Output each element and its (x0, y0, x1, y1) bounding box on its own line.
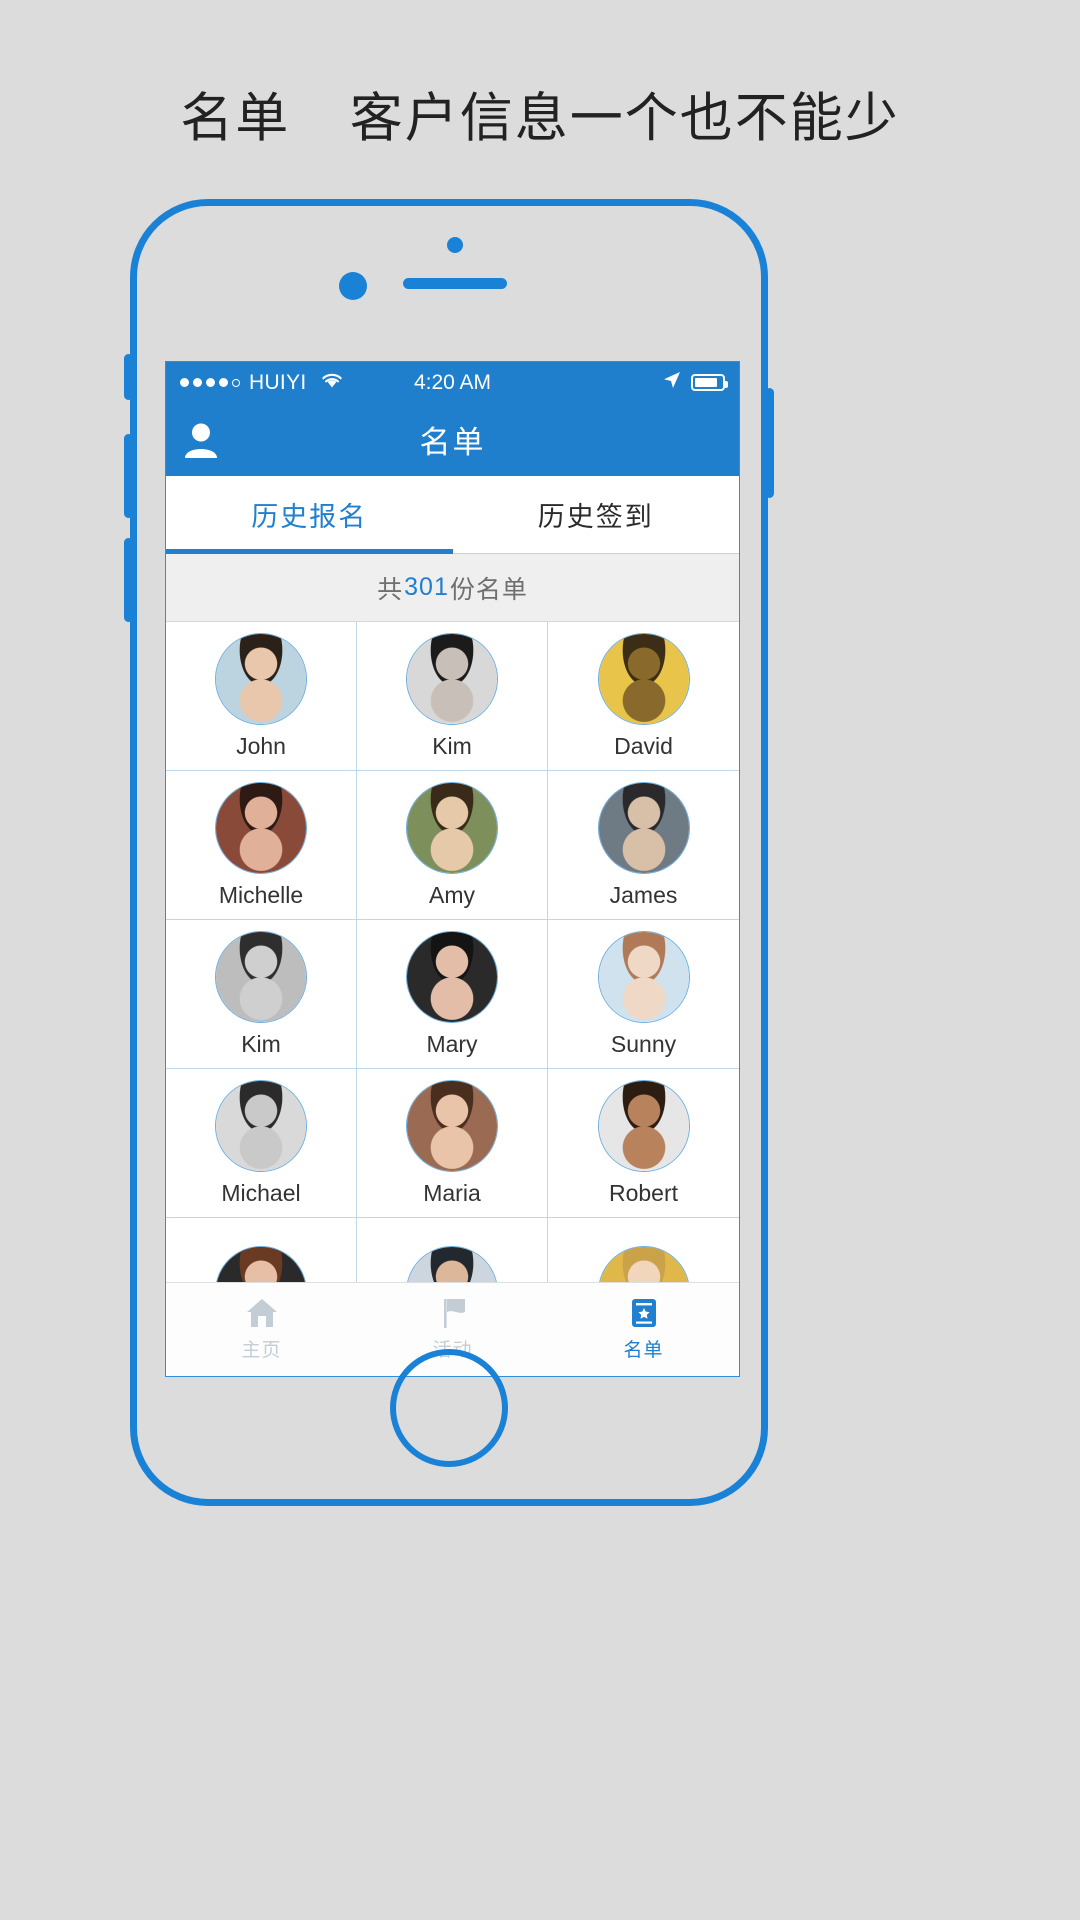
carrier-label: HUIYI (249, 370, 307, 394)
phone-mockup: HUIYI 4:20 AM 名单 历史报名 历史签到 共 301 份名单 Joh… (124, 199, 774, 1506)
roster-grid[interactable]: John Kim David Michelle Amy James Kim Mary Sunny… (166, 622, 739, 1367)
roster-count-banner: 共 301 份名单 (166, 554, 739, 622)
power-button[interactable] (765, 388, 774, 498)
avatar-michael[interactable] (215, 1080, 307, 1172)
avatar-david[interactable] (597, 633, 690, 725)
roster-icon (627, 1297, 661, 1329)
tabbar-label-roster: 名单 (623, 1340, 664, 1361)
roster-cell[interactable]: Kim (166, 920, 357, 1069)
avatar-john[interactable] (215, 633, 307, 725)
roster-cell-name: Maria (423, 1180, 481, 1206)
status-bar: HUIYI 4:20 AM (166, 362, 739, 403)
page-headline: 名单 客户信息一个也不能少 (0, 84, 1080, 154)
roster-cell-name: Kim (432, 733, 472, 759)
roster-cell-name: Amy (429, 882, 475, 908)
avatar-amy[interactable] (406, 782, 498, 874)
tab-history-signup[interactable]: 历史报名 (166, 476, 453, 554)
front-camera-icon (447, 237, 463, 253)
avatar-sunny[interactable] (597, 931, 690, 1023)
roster-cell-name: John (236, 733, 286, 759)
battery-icon (691, 374, 728, 391)
roster-cell[interactable]: Michael (166, 1069, 357, 1218)
roster-cell[interactable]: Robert (548, 1069, 739, 1218)
status-bar-right (662, 370, 728, 396)
tabbar-item-roster[interactable]: 名单 (548, 1283, 739, 1376)
status-bar-left: HUIYI (180, 371, 344, 395)
headline-subtitle: 客户信息一个也不能少 (349, 89, 900, 148)
home-button[interactable] (390, 1349, 508, 1467)
roster-cell[interactable]: Maria (357, 1069, 548, 1218)
avatar-mary[interactable] (406, 931, 498, 1023)
volume-up-button[interactable] (124, 434, 133, 518)
avatar-maria[interactable] (406, 1080, 498, 1172)
volume-down-button[interactable] (124, 538, 133, 622)
phone-screen: HUIYI 4:20 AM 名单 历史报名 历史签到 共 301 份名单 Joh… (165, 361, 740, 1377)
roster-cell[interactable]: John (166, 622, 357, 771)
roster-cell[interactable]: Amy (357, 771, 548, 920)
segmented-tabs: 历史报名 历史签到 (166, 476, 739, 554)
proximity-sensor-icon (339, 272, 367, 300)
home-icon (245, 1297, 279, 1329)
avatar-james[interactable] (597, 782, 690, 874)
avatar-michelle[interactable] (215, 782, 307, 874)
count-prefix: 共 (377, 575, 404, 604)
flag-icon (436, 1297, 470, 1329)
roster-cell-name: James (609, 882, 678, 908)
roster-cell-name: Robert (608, 1180, 679, 1206)
roster-cell-name: Mary (426, 1031, 478, 1057)
count-value: 301 (404, 573, 449, 601)
roster-cell[interactable]: Michelle (166, 771, 357, 920)
user-icon[interactable] (184, 422, 218, 458)
roster-cell[interactable]: Sunny (548, 920, 739, 1069)
earpiece-speaker (403, 278, 507, 289)
roster-cell-name: David (614, 733, 673, 759)
location-arrow-icon (662, 370, 682, 396)
tab-history-checkin[interactable]: 历史签到 (453, 476, 740, 553)
avatar-kim-2[interactable] (215, 931, 307, 1023)
wifi-icon (320, 371, 344, 395)
avatar-robert[interactable] (597, 1080, 690, 1172)
roster-cell-name: Kim (241, 1031, 281, 1057)
roster-cell-name: Michelle (218, 882, 304, 908)
headline-title: 名单 (180, 89, 291, 148)
avatar-kim-1[interactable] (406, 633, 498, 725)
roster-cell[interactable]: David (548, 622, 739, 771)
signal-strength-icon (180, 378, 240, 387)
page-title: 名单 (419, 425, 486, 460)
roster-cell[interactable]: Kim (357, 622, 548, 771)
count-suffix: 份名单 (449, 575, 528, 604)
navigation-bar: 名单 (166, 403, 739, 476)
tabbar-label-home: 主页 (241, 1340, 282, 1361)
roster-cell-name: Michael (221, 1180, 301, 1206)
mute-switch[interactable] (124, 354, 133, 400)
roster-cell[interactable]: James (548, 771, 739, 920)
roster-cell-name: Sunny (610, 1031, 677, 1057)
roster-cell[interactable]: Mary (357, 920, 548, 1069)
tabbar-item-home[interactable]: 主页 (166, 1283, 357, 1376)
